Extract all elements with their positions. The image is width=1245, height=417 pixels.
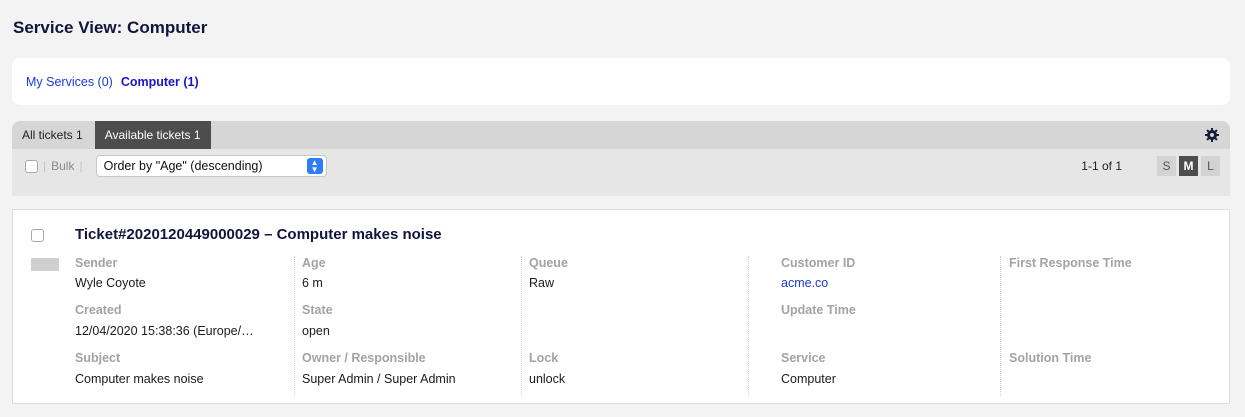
page-title: Service View: Computer: [13, 18, 208, 37]
field-label: Owner / Responsible: [302, 351, 426, 365]
created-value: 12/04/2020 15:38:36 (Europe/…: [75, 324, 254, 338]
ticket-checkbox[interactable]: [31, 229, 44, 242]
field-label: Created: [75, 303, 122, 317]
field-label: Lock: [529, 351, 559, 365]
list-controls: | Bulk | Order by "Age" (descending) ▲ ▼ …: [12, 149, 1230, 183]
ticket-column-1: Sender Wyle Coyote Created 12/04/2020 15…: [75, 256, 295, 396]
subject-value: Computer makes noise: [75, 372, 204, 386]
customer-id-link[interactable]: acme.co: [781, 276, 828, 290]
field-label: Solution Time: [1009, 351, 1092, 365]
divider: |: [79, 159, 83, 173]
bulk-action-button[interactable]: Bulk: [51, 159, 74, 173]
field-label: Service: [781, 351, 826, 365]
service-computer-link[interactable]: Computer (1): [121, 75, 199, 89]
select-all-checkbox[interactable]: [25, 159, 38, 173]
ticket-column-3: Queue Raw Lock unlock: [529, 256, 749, 396]
field-label: State: [302, 303, 333, 317]
ticket-card: Ticket#2020120449000029 – Computer makes…: [12, 209, 1230, 404]
lock-value: unlock: [529, 372, 566, 386]
queue-value: Raw: [529, 276, 555, 290]
field-label: Sender: [75, 256, 118, 270]
order-by-select[interactable]: Order by "Age" (descending) ▲ ▼: [95, 155, 327, 177]
service-my-services-link[interactable]: My Services (0): [26, 75, 113, 89]
service-value: Computer: [781, 372, 836, 386]
field-label: Age: [302, 256, 326, 270]
tab-all-tickets[interactable]: All tickets 1: [12, 121, 93, 149]
field-label: Queue: [529, 256, 568, 270]
pagination-info: 1-1 of 1: [1081, 159, 1122, 173]
ticket-column-2: Age 6 m State open Owner / Responsible S…: [302, 256, 522, 396]
ticket-column-5: First Response Time Solution Time: [1009, 256, 1229, 396]
age-value: 6 m: [302, 276, 323, 290]
order-by-value: Order by "Age" (descending): [103, 159, 263, 173]
field-label: First Response Time: [1009, 256, 1132, 270]
size-large-button[interactable]: L: [1201, 156, 1220, 176]
owner-value: Super Admin / Super Admin: [302, 372, 456, 386]
tab-available-tickets[interactable]: Available tickets 1: [94, 121, 211, 149]
field-label: Update Time: [781, 303, 856, 317]
ticket-title-link[interactable]: Ticket#2020120449000029 – Computer makes…: [75, 226, 442, 243]
service-list: My Services (0) Computer (1): [12, 58, 1230, 105]
sender-value: Wyle Coyote: [75, 276, 146, 290]
chevron-updown-icon: ▲ ▼: [306, 158, 323, 174]
field-label: Subject: [75, 351, 121, 365]
divider: |: [43, 159, 47, 173]
size-medium-button[interactable]: M: [1179, 156, 1198, 176]
state-value: open: [302, 324, 330, 338]
size-small-button[interactable]: S: [1157, 156, 1176, 176]
view-size-switcher: S M L: [1154, 156, 1220, 176]
ticket-overview-header: All tickets 1 Available tickets 1 | Bulk…: [12, 121, 1230, 196]
priority-indicator: [31, 258, 59, 271]
field-label: Customer ID: [781, 256, 856, 270]
tab-bar: All tickets 1 Available tickets 1: [12, 121, 1230, 149]
ticket-column-4: Customer ID acme.co Update Time Service …: [781, 256, 1001, 396]
gear-icon[interactable]: [1204, 127, 1220, 143]
